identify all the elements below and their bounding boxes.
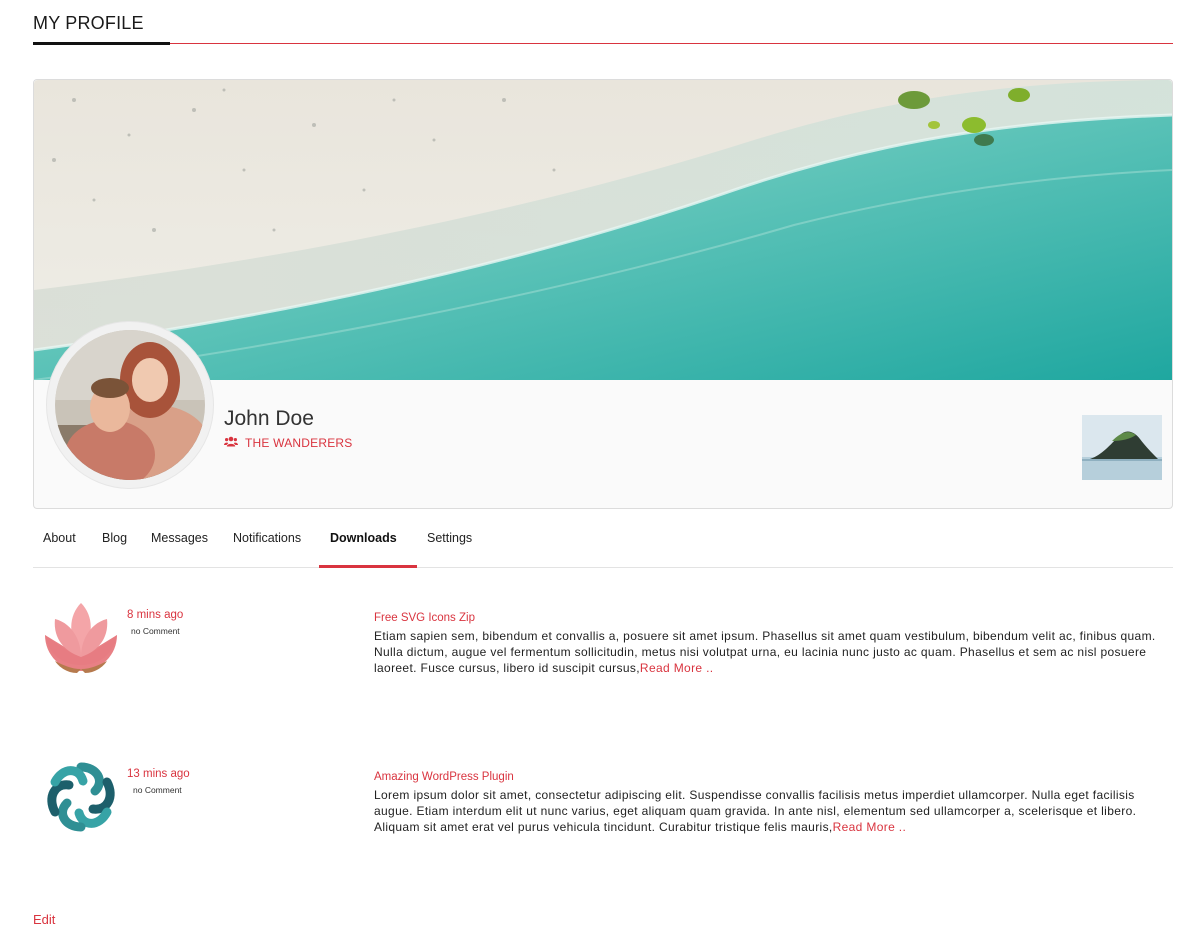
cover-image [34, 80, 1172, 380]
download-comments[interactable]: no Comment [131, 626, 180, 636]
group-label: THE WANDERERS [245, 436, 353, 450]
group-thumbnail[interactable] [1082, 415, 1162, 480]
download-description: Etiam sapien sem, bibendum et convallis … [374, 628, 1166, 677]
page-title: MY PROFILE [33, 13, 144, 33]
knot-icon [41, 757, 121, 837]
avatar[interactable] [55, 330, 205, 480]
profile-tabs: About Blog Messages Notifications Downlo… [33, 520, 1173, 568]
title-underline [33, 42, 170, 45]
tab-settings[interactable]: Settings [427, 531, 472, 545]
tab-messages[interactable]: Messages [151, 531, 208, 545]
download-text: Lorem ipsum dolor sit amet, consectetur … [374, 788, 1137, 835]
lotus-icon [41, 595, 121, 675]
download-comments[interactable]: no Comment [133, 785, 182, 795]
download-title[interactable]: Free SVG Icons Zip [374, 612, 475, 624]
edit-link[interactable]: Edit [33, 912, 55, 927]
tab-blog[interactable]: Blog [102, 531, 127, 545]
users-icon [224, 436, 238, 450]
group-link[interactable]: THE WANDERERS [224, 436, 353, 450]
download-description: Lorem ipsum dolor sit amet, consectetur … [374, 787, 1166, 836]
page-header: MY PROFILE [33, 12, 1173, 45]
download-text: Etiam sapien sem, bibendum et convallis … [374, 629, 1156, 676]
avatar-frame [46, 321, 214, 489]
tab-downloads[interactable]: Downloads [330, 531, 397, 545]
download-time: 13 mins ago [127, 768, 190, 780]
profile-name: John Doe [224, 407, 314, 430]
download-time: 8 mins ago [127, 609, 184, 621]
download-title[interactable]: Amazing WordPress Plugin [374, 771, 514, 783]
read-more-link[interactable]: Read More .. [640, 661, 714, 675]
read-more-link[interactable]: Read More .. [833, 820, 907, 834]
tab-notifications[interactable]: Notifications [233, 531, 301, 545]
profile-card: John Doe THE WANDERERS [33, 79, 1173, 509]
tab-about[interactable]: About [43, 531, 76, 545]
active-tab-indicator [319, 565, 417, 568]
